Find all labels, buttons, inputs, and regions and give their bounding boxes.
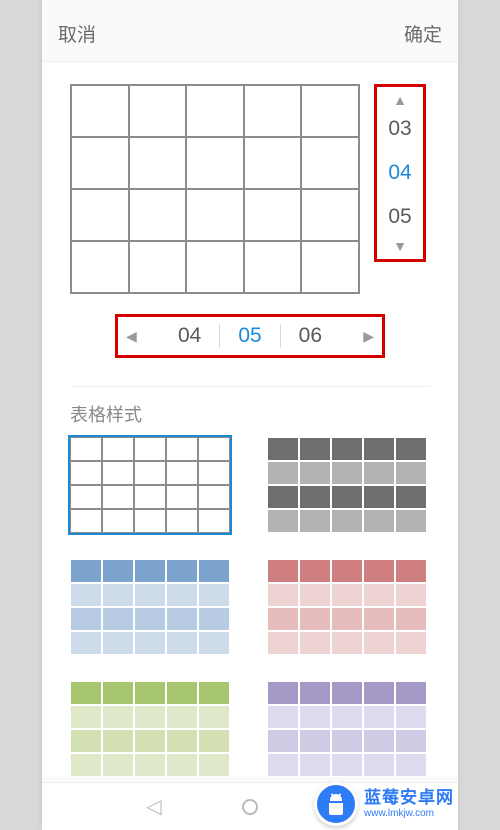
nav-home-icon[interactable] bbox=[242, 799, 258, 815]
row-prev-value[interactable]: 03 bbox=[388, 117, 411, 141]
watermark-logo-icon bbox=[314, 782, 358, 826]
col-right-icon[interactable]: ▶ bbox=[363, 328, 374, 345]
preview-row: ▲ 03 04 05 ▼ bbox=[70, 84, 430, 294]
row-next-value[interactable]: 05 bbox=[388, 205, 411, 229]
cancel-button[interactable]: 取消 bbox=[58, 20, 96, 47]
row-count-stepper[interactable]: ▲ 03 04 05 ▼ bbox=[374, 84, 426, 262]
section-title-label: 表格样式 bbox=[70, 401, 142, 427]
col-next-value[interactable]: 06 bbox=[281, 324, 340, 348]
style-option-plain-white[interactable] bbox=[70, 437, 230, 533]
nav-back-icon[interactable]: ◁ bbox=[146, 794, 161, 819]
watermark: 蓝莓安卓网 www.lmkjw.com bbox=[314, 782, 454, 826]
style-option-purple-header[interactable] bbox=[267, 681, 427, 777]
settings-panel: 取消 确定 ▲ 03 04 05 ▼ ◀ 04 05 06 ▶ 表格样式 bbox=[42, 0, 458, 830]
content-area: ▲ 03 04 05 ▼ ◀ 04 05 06 ▶ 表格样式 bbox=[42, 62, 458, 777]
row-current-value[interactable]: 04 bbox=[388, 161, 411, 185]
watermark-name: 蓝莓安卓网 bbox=[364, 789, 454, 808]
table-preview bbox=[70, 84, 360, 294]
style-option-pink-header[interactable] bbox=[267, 559, 427, 655]
confirm-button[interactable]: 确定 bbox=[404, 20, 442, 47]
style-option-gray-striped[interactable] bbox=[267, 437, 427, 533]
row-up-icon[interactable]: ▲ bbox=[393, 93, 407, 107]
header-bar: 取消 确定 bbox=[42, 0, 458, 62]
col-values: 04 05 06 bbox=[160, 324, 340, 348]
watermark-url: www.lmkjw.com bbox=[364, 808, 454, 819]
row-down-icon[interactable]: ▼ bbox=[393, 239, 407, 253]
col-left-icon[interactable]: ◀ bbox=[126, 328, 137, 345]
col-current-value[interactable]: 05 bbox=[219, 324, 280, 348]
col-prev-value[interactable]: 04 bbox=[160, 324, 219, 348]
column-count-stepper[interactable]: ◀ 04 05 06 ▶ bbox=[115, 314, 385, 358]
style-option-green-header[interactable] bbox=[70, 681, 230, 777]
style-option-blue-header[interactable] bbox=[70, 559, 230, 655]
watermark-text: 蓝莓安卓网 www.lmkjw.com bbox=[364, 789, 454, 819]
section-title: 表格样式 bbox=[70, 387, 430, 437]
table-styles-grid bbox=[70, 437, 430, 777]
